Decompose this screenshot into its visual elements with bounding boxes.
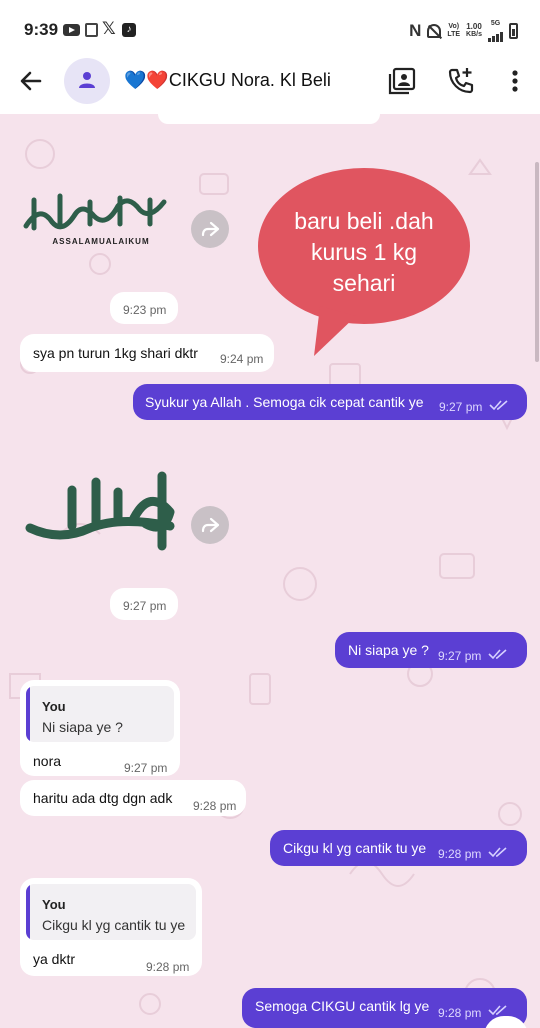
sticker-time-pill: 9:23 pm xyxy=(110,292,178,324)
quoted-text: Ni siapa ye ? xyxy=(42,719,123,735)
forward-icon xyxy=(201,221,220,237)
message-time: 9:27 pm xyxy=(123,599,167,613)
balloon-line-1: baru beli .dah xyxy=(294,208,434,234)
nfc-icon: N xyxy=(409,21,422,40)
incoming-message[interactable]: haritu ada dtg dgn adk 9:28 pm xyxy=(20,780,246,816)
read-ticks-icon xyxy=(488,847,507,858)
more-options-icon[interactable] xyxy=(500,66,530,96)
message-time: 9:24 pm xyxy=(220,352,264,366)
message-time: 9:28 pm xyxy=(438,847,482,861)
incoming-reply-message[interactable]: You Ni siapa ye ? nora 9:27 pm xyxy=(20,680,180,776)
image-icon xyxy=(85,23,98,37)
contact-avatar[interactable] xyxy=(64,58,110,104)
battery-icon xyxy=(509,23,518,39)
sticker-caption: ASSALAMUALAIKUM xyxy=(52,237,149,246)
message-text: Cikgu kl yg cantik tu ye xyxy=(283,840,427,856)
alhamdulillah-sticker xyxy=(25,471,175,551)
message-time: 9:27 pm xyxy=(124,761,168,775)
forward-button[interactable] xyxy=(191,210,229,248)
speed-unit: KB/s xyxy=(466,31,482,38)
forward-icon xyxy=(201,517,220,533)
sticker-time-pill: 9:27 pm xyxy=(110,588,178,620)
add-call-icon[interactable] xyxy=(446,66,476,96)
outgoing-message[interactable]: Ni siapa ye ? 9:27 pm xyxy=(335,632,527,668)
incoming-message[interactable]: sya pn turun 1kg shari dktr 9:24 pm xyxy=(20,334,274,372)
speed-value: 1.00 xyxy=(466,22,482,31)
status-time: 9:39 xyxy=(24,20,59,39)
message-time: 9:27 pm xyxy=(439,400,483,414)
message-text: Syukur ya Allah . Semoga cik cepat canti… xyxy=(145,394,424,410)
quoted-text: Cikgu kl yg cantik tu ye xyxy=(42,917,186,933)
x-icon: 𝕏 xyxy=(102,19,116,38)
balloon-text-block: baru beli .dah kurus 1 kg sehari xyxy=(258,206,470,300)
quoted-message[interactable]: You Ni siapa ye ? xyxy=(26,686,174,742)
mute-icon xyxy=(427,24,442,38)
forward-button[interactable] xyxy=(191,506,229,544)
back-arrow-icon[interactable] xyxy=(18,68,44,94)
chat-header: 💙❤️CIKGU Nora. Kl Beli xyxy=(0,58,540,114)
quote-bar xyxy=(26,686,30,742)
network-speed: 1.00 KB/s xyxy=(466,23,482,39)
read-ticks-icon xyxy=(488,649,507,660)
volte-icon: Vo) LTE xyxy=(447,23,461,38)
assalamualaikum-sticker: ASSALAMUALAIKUM xyxy=(23,193,167,246)
chat-area[interactable]: ASSALAMUALAIKUM baru beli .dah kurus 1 k… xyxy=(0,114,540,1028)
status-bar: 9:39 𝕏 ♪ N Vo) LTE 1.00 KB/s 5G xyxy=(0,0,540,58)
quoted-message[interactable]: You Cikgu kl yg cantik tu ye xyxy=(26,884,196,940)
incoming-reply-message[interactable]: You Cikgu kl yg cantik tu ye ya dktr 9:2… xyxy=(20,878,202,976)
message-time: 9:28 pm xyxy=(146,960,190,974)
person-icon xyxy=(79,72,95,88)
outgoing-message[interactable]: Semoga CIKGU cantik lg ye 9:28 pm xyxy=(242,988,527,1028)
quoted-sender: You xyxy=(42,699,66,714)
contact-name: CIKGU Nora. Kl Beli xyxy=(168,70,331,90)
quote-bar xyxy=(26,884,30,940)
message-text: ya dktr xyxy=(33,951,76,967)
scrollbar[interactable] xyxy=(535,162,539,362)
outgoing-message[interactable]: Cikgu kl yg cantik tu ye 9:28 pm xyxy=(270,830,527,866)
message-time: 9:27 pm xyxy=(438,649,482,663)
signal-icon xyxy=(488,28,503,42)
network-type: 5G xyxy=(490,20,501,27)
balloon-line-2: kurus 1 kg xyxy=(310,239,418,265)
read-ticks-icon xyxy=(489,400,508,411)
message-text: sya pn turun 1kg shari dktr xyxy=(33,345,198,361)
previous-message-edge xyxy=(158,114,380,124)
message-text: Semoga CIKGU cantik lg ye xyxy=(255,998,430,1014)
youtube-icon xyxy=(63,24,80,36)
read-ticks-icon xyxy=(488,1005,507,1016)
message-time: 9:28 pm xyxy=(193,799,237,813)
message-text: haritu ada dtg dgn adk xyxy=(33,790,173,806)
quoted-sender: You xyxy=(42,897,66,912)
tiktok-icon: ♪ xyxy=(122,23,136,37)
message-time: 9:23 pm xyxy=(123,303,167,317)
message-time: 9:28 pm xyxy=(438,1006,482,1020)
message-text: Ni siapa ye ? xyxy=(348,642,429,658)
balloon-line-3: sehari xyxy=(332,270,396,296)
contact-title[interactable]: 💙❤️CIKGU Nora. Kl Beli xyxy=(124,70,331,91)
hearts-emoji: 💙❤️ xyxy=(124,70,169,90)
outgoing-message[interactable]: Syukur ya Allah . Semoga cik cepat canti… xyxy=(133,384,527,420)
media-gallery-icon[interactable] xyxy=(387,66,417,96)
message-text: nora xyxy=(33,753,62,769)
